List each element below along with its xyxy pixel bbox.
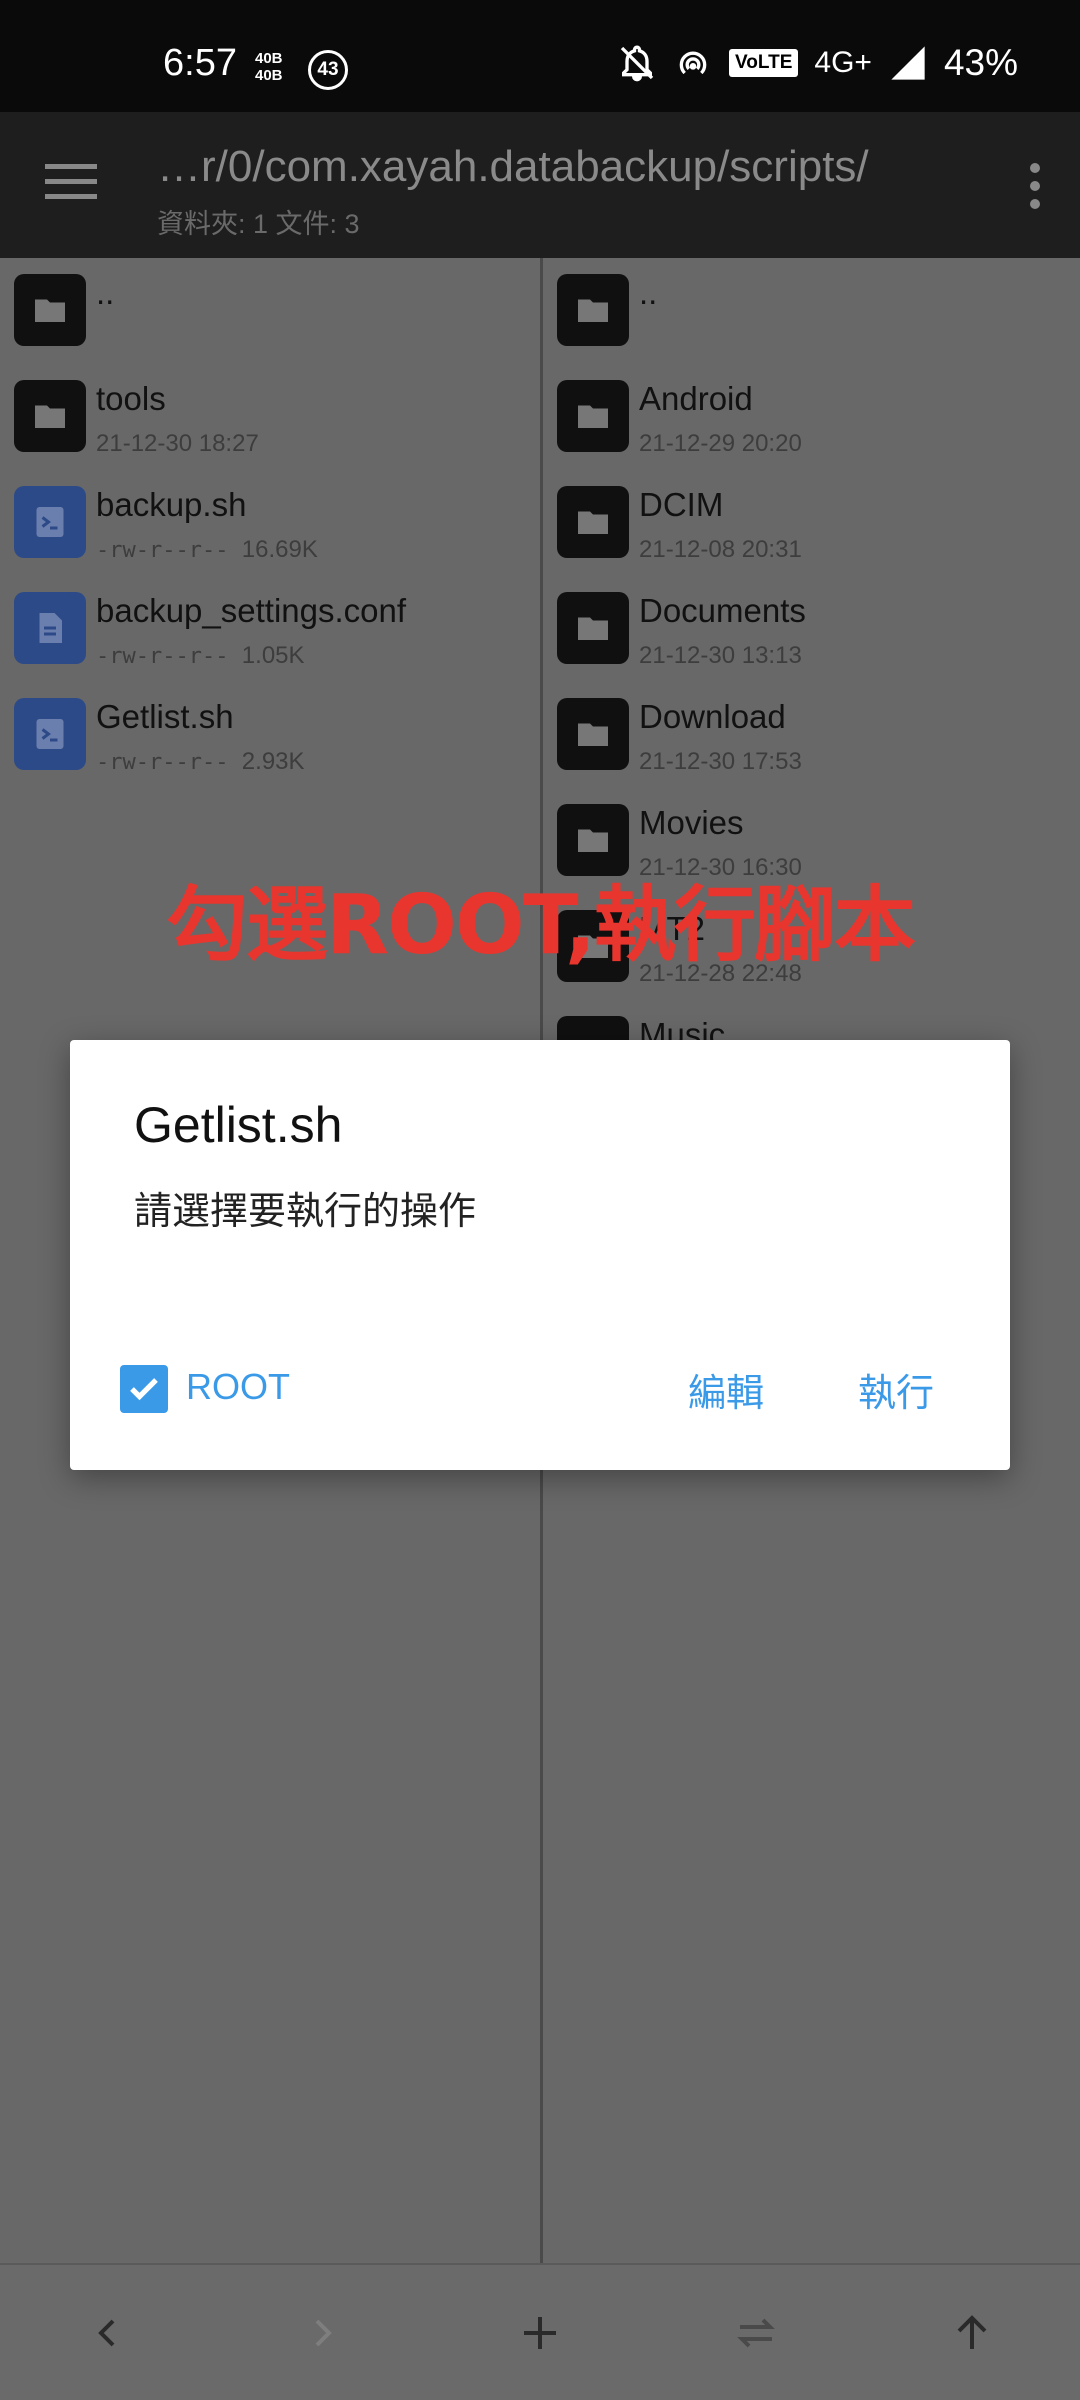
list-item-download[interactable]: Download 21-12-30 17:53 <box>543 682 1080 788</box>
file-permissions: -rw-r--r-- <box>96 644 229 669</box>
file-meta: -rw-r--r-- 16.69K <box>96 536 318 564</box>
file-date: 21-12-30 17:53 <box>639 748 802 775</box>
file-name: .. <box>639 274 658 311</box>
bell-off-icon <box>620 45 654 82</box>
toolbar: …r/0/com.xayah.databackup/scripts/ 資料夾: … <box>0 112 1080 258</box>
folder-icon <box>557 698 629 770</box>
file-permissions: -rw-r--r-- <box>96 538 229 563</box>
dialog-title: Getlist.sh <box>134 1097 343 1153</box>
data-speed-down: 40B <box>255 67 283 84</box>
signal-icon <box>891 46 925 80</box>
file-name: .. <box>96 274 115 311</box>
folder-file-count: 資料夾: 1 文件: 3 <box>157 209 360 239</box>
file-name: Android <box>639 380 753 417</box>
file-date: 21-12-30 18:27 <box>96 430 259 457</box>
list-item-parent[interactable]: .. <box>543 258 1080 364</box>
file-name: Download <box>639 698 786 735</box>
data-speed-indicator: 40B 40B <box>255 50 283 84</box>
hotspot-icon <box>679 51 707 75</box>
file-date: 21-12-30 13:13 <box>639 642 802 669</box>
folder-icon <box>557 592 629 664</box>
status-time: 6:57 <box>163 42 237 84</box>
bottom-navigation-bar <box>0 2263 1080 2400</box>
notification-count-badge: 43 <box>308 50 348 90</box>
list-item-parent[interactable]: .. <box>0 258 540 364</box>
folder-icon <box>557 274 629 346</box>
file-name: Movies <box>639 804 744 841</box>
list-item-documents[interactable]: Documents 21-12-30 13:13 <box>543 576 1080 682</box>
checkmark-icon <box>130 1378 158 1401</box>
forward-arrow-icon[interactable] <box>293 2303 353 2363</box>
list-item-getlist-sh[interactable]: Getlist.sh -rw-r--r-- 2.93K <box>0 682 540 788</box>
folder-icon <box>557 380 629 452</box>
dialog-message: 請選擇要執行的操作 <box>134 1189 477 1233</box>
script-action-dialog: Getlist.sh 請選擇要執行的操作 ROOT 編輯 執行 <box>70 1040 1010 1470</box>
hamburger-menu-icon[interactable] <box>45 162 97 202</box>
list-item-tools[interactable]: tools 21-12-30 18:27 <box>0 364 540 470</box>
script-file-icon <box>14 698 86 770</box>
list-item-backup-sh[interactable]: backup.sh -rw-r--r-- 16.69K <box>0 470 540 576</box>
more-options-icon[interactable] <box>1020 160 1050 212</box>
back-arrow-icon[interactable] <box>77 2303 137 2363</box>
root-checkbox[interactable] <box>120 1365 168 1413</box>
document-file-icon <box>14 592 86 664</box>
file-size: 16.69K <box>241 536 318 563</box>
file-meta: -rw-r--r-- 1.05K <box>96 642 305 670</box>
file-name: Getlist.sh <box>96 698 234 735</box>
folder-icon <box>14 274 86 346</box>
status-bar: 6:57 40B 40B 43 VoLTE 4G+ 43% <box>0 0 1080 112</box>
file-size: 2.93K <box>241 748 305 775</box>
file-size: 1.05K <box>241 642 305 669</box>
list-item-android[interactable]: Android 21-12-29 20:20 <box>543 364 1080 470</box>
data-speed-up: 40B <box>255 50 283 67</box>
add-icon[interactable] <box>510 2303 570 2363</box>
file-meta: -rw-r--r-- 2.93K <box>96 748 305 776</box>
list-item-backup-settings[interactable]: backup_settings.conf -rw-r--r-- 1.05K <box>0 576 540 682</box>
edit-button[interactable]: 編輯 <box>688 1362 764 1417</box>
file-name: tools <box>96 380 166 417</box>
up-arrow-icon[interactable] <box>942 2303 1002 2363</box>
volte-badge: VoLTE <box>729 49 799 77</box>
network-type: 4G+ <box>814 46 872 79</box>
file-name: backup_settings.conf <box>96 592 407 629</box>
list-item-dcim[interactable]: DCIM 21-12-08 20:31 <box>543 470 1080 576</box>
file-date: 21-12-08 20:31 <box>639 536 802 563</box>
battery-level: 43% <box>943 42 1018 83</box>
file-name: backup.sh <box>96 486 247 523</box>
file-name: DCIM <box>639 486 724 523</box>
swap-icon[interactable] <box>726 2303 786 2363</box>
script-file-icon <box>14 486 86 558</box>
instruction-annotation: 勾選ROOT,執行腳本 <box>166 878 916 973</box>
file-date: 21-12-29 20:20 <box>639 430 802 457</box>
path-title: …r/0/com.xayah.databackup/scripts/ <box>157 142 869 191</box>
folder-icon <box>14 380 86 452</box>
run-button[interactable]: 執行 <box>858 1362 934 1417</box>
file-permissions: -rw-r--r-- <box>96 750 229 775</box>
file-name: Documents <box>639 592 806 629</box>
folder-icon <box>557 486 629 558</box>
root-checkbox-label[interactable]: ROOT <box>186 1366 290 1408</box>
